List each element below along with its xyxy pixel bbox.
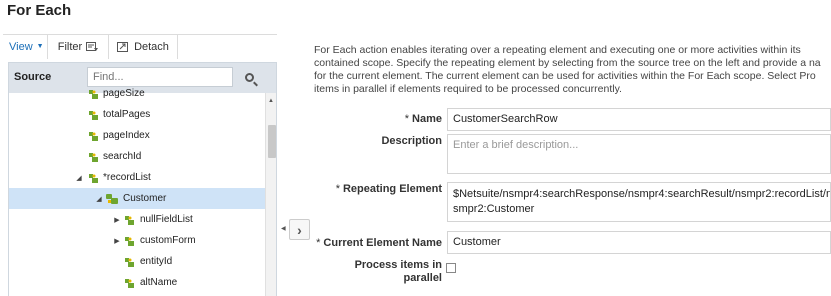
element-icon — [123, 213, 137, 227]
description-field[interactable]: Enter a brief description... — [447, 134, 831, 174]
description-line: items in parallel if elements required t… — [314, 83, 622, 95]
tree-node-label: totalPages — [103, 109, 151, 120]
element-icon — [87, 87, 101, 101]
tree-node-label: entityId — [140, 256, 173, 267]
element-icon — [87, 150, 101, 164]
tree-node-label: pageIndex — [103, 130, 150, 141]
tree-node-label: searchId — [103, 151, 142, 162]
process-parallel-checkbox[interactable] — [446, 263, 456, 273]
element-icon — [123, 255, 137, 269]
filter-button[interactable]: Filter — [48, 35, 108, 59]
element-icon — [87, 108, 101, 122]
tree-scrollbar[interactable]: ▲ — [265, 93, 276, 296]
tree-node-label: pageSize — [103, 88, 145, 99]
view-menu-button[interactable]: View ▼ — [3, 35, 47, 59]
element-icon — [87, 129, 101, 143]
source-toolbar: View ▼ Filter Detach — [3, 34, 277, 59]
tree-node-pagesize[interactable]: pageSize — [9, 83, 265, 104]
repeating-element-icon — [105, 192, 119, 206]
tree-node-label: *recordList — [103, 172, 151, 183]
expand-node-icon[interactable]: ▶ — [113, 237, 121, 245]
source-tree: pageSize totalPages pageIndex searchId ◢ *rec… — [9, 88, 265, 296]
source-panel: Source pageSize totalPages pageIndex search… — [8, 62, 277, 296]
expand-node-icon[interactable]: ▶ — [113, 216, 121, 224]
required-marker: * — [316, 237, 321, 249]
detach-label: Detach — [134, 40, 169, 53]
name-label: * Name — [404, 113, 442, 125]
tree-node-customer[interactable]: ◢ Customer — [9, 188, 265, 209]
toolbar-divider — [177, 34, 178, 59]
tree-node-label: customForm — [140, 235, 196, 246]
search-icon — [244, 72, 254, 82]
name-field[interactable]: CustomerSearchRow — [447, 108, 831, 131]
tree-node-entityid[interactable]: entityId — [9, 251, 265, 272]
source-label: Source — [14, 71, 52, 83]
process-parallel-label: Process items in parallel — [354, 259, 442, 284]
element-icon — [87, 171, 101, 185]
tree-node-altname[interactable]: altName — [9, 272, 265, 293]
tree-node-searchid[interactable]: searchId — [9, 146, 265, 167]
filter-icon — [86, 41, 99, 52]
view-label: View — [9, 40, 33, 53]
page-title: For Each — [7, 2, 72, 19]
tree-node-nullfieldlist[interactable]: ▶ nullFieldList — [9, 209, 265, 230]
scroll-up-icon[interactable]: ▲ — [268, 98, 274, 104]
tree-node-label: Customer — [123, 193, 167, 204]
tree-node-customform[interactable]: ▶ customForm — [9, 230, 265, 251]
description-label: Description — [381, 135, 442, 147]
detach-icon — [117, 41, 129, 52]
required-marker: * — [335, 183, 340, 195]
collapse-node-icon[interactable]: ◢ — [95, 195, 103, 203]
tree-node-totalpages[interactable]: totalPages — [9, 104, 265, 125]
scroll-thumb[interactable] — [268, 125, 276, 158]
collapse-left-icon[interactable]: ◀ — [281, 225, 286, 232]
element-icon — [123, 276, 137, 290]
tree-node-recordlist[interactable]: ◢ *recordList — [9, 167, 265, 188]
filter-label: Filter — [57, 40, 83, 53]
current-element-field[interactable]: Customer — [447, 231, 831, 254]
detach-button[interactable]: Detach — [109, 35, 177, 59]
tree-node-label: nullFieldList — [140, 214, 193, 225]
chevron-down-icon: ▼ — [36, 43, 44, 50]
action-description: For Each action enables iterating over a… — [314, 44, 831, 96]
collapse-node-icon[interactable]: ◢ — [75, 174, 83, 182]
description-line: for the current element. The current ele… — [314, 70, 816, 82]
tree-node-label: altName — [140, 277, 178, 288]
description-line: For Each action enables iterating over a… — [314, 44, 801, 56]
repeating-element-field[interactable]: $Netsuite/nsmpr4:searchResponse/nsmpr4:s… — [447, 182, 831, 222]
repeating-element-label: * Repeating Element — [335, 183, 442, 195]
element-icon — [123, 234, 137, 248]
current-element-label: * Current Element Name — [316, 237, 442, 249]
description-line: contained scope. Specify the repeating e… — [314, 57, 821, 69]
tree-node-pageindex[interactable]: pageIndex — [9, 125, 265, 146]
required-marker: * — [404, 113, 410, 125]
chevron-right-icon: › — [297, 221, 302, 238]
